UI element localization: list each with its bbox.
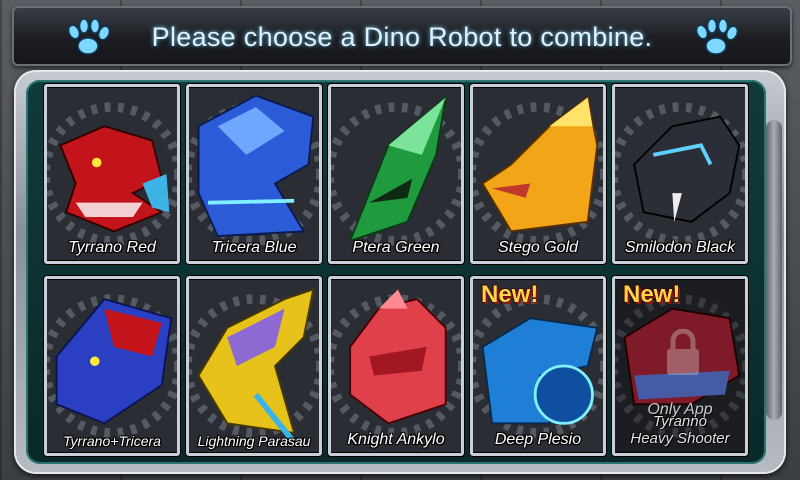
tricera-blue-art: [189, 87, 319, 261]
tyrrano-tricera-art: [47, 279, 177, 453]
robot-card-tyrrano-tricera[interactable]: Tyrrano+Tricera: [44, 276, 180, 456]
robot-name: Tricera Blue: [211, 239, 297, 256]
robot-card-knight-ankylo[interactable]: Knight Ankylo: [328, 276, 464, 456]
robot-name: Knight Ankylo: [347, 431, 445, 448]
new-badge: New!: [623, 281, 681, 308]
header-banner: Please choose a Dino Robot to combine.: [12, 6, 792, 66]
robot-name: Tyrrano+Tricera: [63, 433, 161, 449]
stego-gold-art: [473, 87, 603, 261]
robot-name: Tyrrano Red: [68, 239, 156, 256]
robot-card-stego-gold[interactable]: Stego Gold: [470, 84, 606, 264]
ptera-green-art: [331, 87, 461, 261]
lock-icon: [663, 328, 703, 377]
paw-print-icon: [694, 18, 739, 58]
robot-card-smilodon-black[interactable]: Smilodon Black: [612, 84, 748, 264]
robot-name: Lightning Parasau: [197, 433, 311, 449]
robot-card-tricera-blue[interactable]: Tricera Blue: [186, 84, 322, 264]
new-badge: New!: [481, 281, 539, 308]
robot-card-tyrrano-red[interactable]: Tyrrano Red: [44, 84, 180, 264]
robot-name: Tyranno Heavy Shooter: [615, 413, 745, 447]
page-title: Please choose a Dino Robot to combine.: [151, 22, 653, 52]
robot-card-deep-plesio[interactable]: New! Deep Plesio: [470, 276, 606, 456]
knight-ankylo-art: [331, 279, 461, 453]
robot-card-lightning-parasau[interactable]: Lightning Parasau: [186, 276, 322, 456]
smilodon-black-art: [615, 87, 745, 261]
robot-name-line1: Tyranno: [653, 413, 707, 430]
robot-card-ptera-green[interactable]: Ptera Green: [328, 84, 464, 264]
lightning-parasau-art: [189, 279, 319, 453]
robot-name: Ptera Green: [352, 239, 440, 256]
tyrrano-red-art: [47, 87, 177, 261]
robot-name: Smilodon Black: [624, 239, 736, 256]
robot-card-tyranno-heavy-shooter[interactable]: New! Only App Tyranno Heavy Shooter: [612, 276, 748, 456]
robot-name-line2: Heavy Shooter: [630, 430, 730, 447]
robot-name: Deep Plesio: [494, 431, 582, 448]
side-rail: [766, 120, 782, 420]
robot-name: Stego Gold: [497, 239, 579, 256]
